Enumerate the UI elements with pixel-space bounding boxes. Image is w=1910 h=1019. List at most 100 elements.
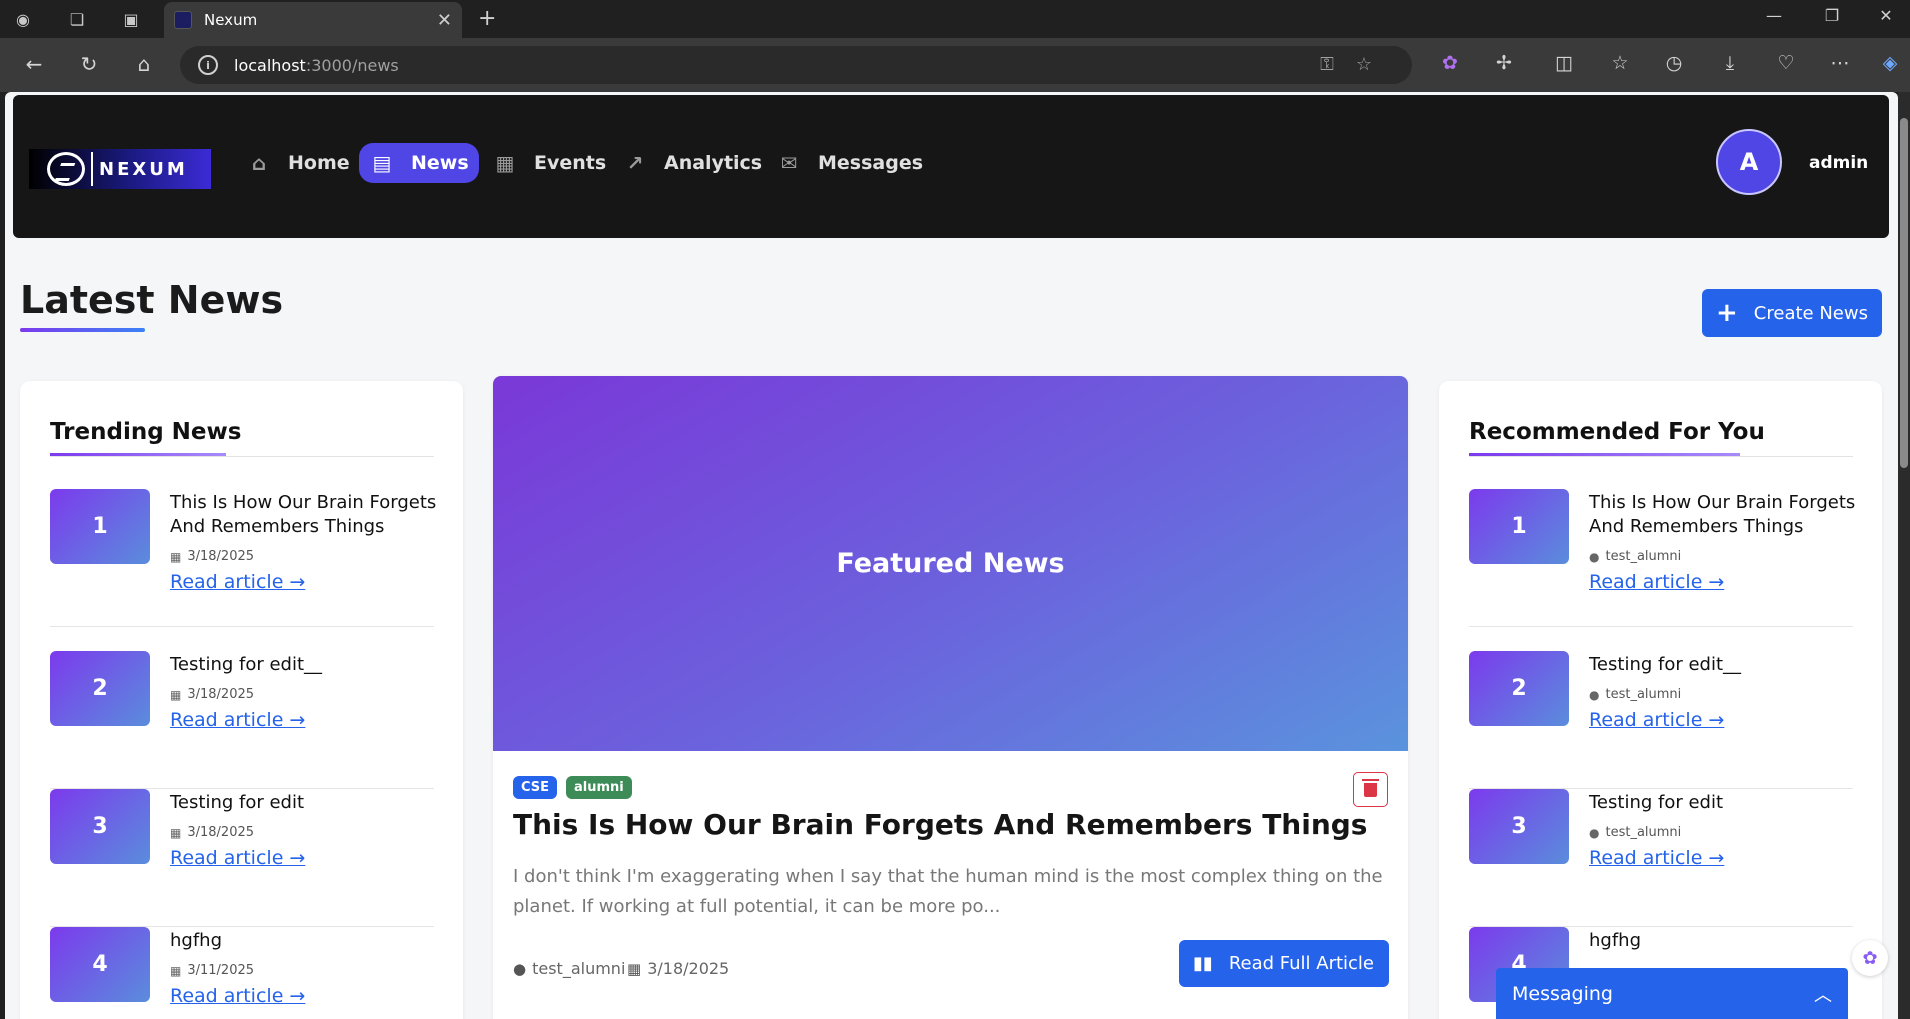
article-date: ▦ 3/18/2025 bbox=[170, 549, 255, 564]
article-title: This Is How Our Brain Forgets And Rememb… bbox=[1589, 492, 1856, 537]
list-item: 2 Testing for edit__ ● test_alumni Read a… bbox=[1469, 651, 1853, 789]
home-browser-icon[interactable]: ⌂ bbox=[130, 52, 158, 76]
plus-icon: + bbox=[1716, 298, 1738, 328]
rank-badge: 2 bbox=[50, 651, 150, 726]
read-full-article-label: Read Full Article bbox=[1228, 953, 1375, 974]
read-full-article-button[interactable]: ▮▮ Read Full Article bbox=[1179, 940, 1389, 987]
read-article-link[interactable]: Read article → bbox=[1589, 571, 1724, 593]
rank-badge: 2 bbox=[1469, 651, 1569, 726]
workspaces-icon[interactable]: ❏ bbox=[64, 6, 90, 32]
featured-title[interactable]: This Is How Our Brain Forgets And Rememb… bbox=[513, 808, 1367, 841]
avatar[interactable]: A bbox=[1716, 129, 1782, 195]
copilot-icon[interactable]: ✿ bbox=[1436, 52, 1464, 74]
logo-text: NEXUM bbox=[99, 158, 188, 180]
close-window-button[interactable]: ✕ bbox=[1866, 6, 1906, 25]
address-bar[interactable]: i localhost:3000/news ⚿☆ bbox=[180, 46, 1412, 84]
downloads-icon[interactable]: ⤓ bbox=[1716, 52, 1744, 74]
read-article-link[interactable]: Read article → bbox=[170, 571, 305, 593]
reload-icon[interactable]: ↻ bbox=[75, 52, 103, 76]
article-title: Testing for edit__ bbox=[170, 654, 323, 675]
delete-button[interactable] bbox=[1353, 772, 1388, 807]
book-open-icon: ▮▮ bbox=[1193, 953, 1213, 974]
nav-item-analytics[interactable]: ↗ Analytics bbox=[612, 143, 772, 183]
browser-tab-bar: ◉ ❏ ▣ Nexum ✕ + — ❐ ✕ bbox=[0, 0, 1910, 38]
article-author: ● test_alumni bbox=[1589, 687, 1682, 702]
minimize-window-button[interactable]: — bbox=[1754, 6, 1794, 25]
split-screen-icon[interactable]: ◫ bbox=[1550, 52, 1578, 74]
rank-badge: 3 bbox=[50, 789, 150, 864]
create-news-button[interactable]: + Create News bbox=[1702, 289, 1882, 337]
list-item: 3 Testing for edit ● test_alumni Read art… bbox=[1469, 789, 1853, 927]
read-article-link[interactable]: Read article → bbox=[1589, 709, 1724, 731]
rank-badge: 3 bbox=[1469, 789, 1569, 864]
nav-item-events[interactable]: ▦ Events bbox=[482, 143, 616, 183]
rank-badge: 1 bbox=[1469, 489, 1569, 564]
article-date: ▦ 3/11/2025 bbox=[170, 963, 255, 978]
calendar-icon: ▦ bbox=[627, 959, 642, 978]
user-icon: ● bbox=[513, 959, 527, 978]
article-title: Testing for edit__ bbox=[1589, 654, 1742, 675]
calendar-icon: ▦ bbox=[170, 687, 182, 702]
nav-item-label: News bbox=[411, 152, 469, 174]
username[interactable]: admin bbox=[1809, 153, 1868, 173]
app-navbar: NEXUM ⌂ Home ▤ News ▦ Events ↗ Analytics… bbox=[13, 95, 1889, 238]
home-icon: ⌂ bbox=[251, 151, 267, 175]
article-title: This Is How Our Brain Forgets And Rememb… bbox=[170, 492, 437, 537]
calendar-icon: ▦ bbox=[170, 825, 182, 840]
key-icon: ⚿ bbox=[1320, 54, 1356, 75]
nav-item-messages[interactable]: ✉ Messages bbox=[766, 143, 933, 183]
read-article-link[interactable]: Read article → bbox=[170, 985, 305, 1007]
browser-toolbar: ← ↻ ⌂ i localhost:3000/news ⚿☆ ✿ ✢ ◫ ☆ ◷… bbox=[0, 38, 1910, 92]
messaging-dock[interactable]: Messaging ︿ bbox=[1496, 968, 1848, 1019]
maximize-window-button[interactable]: ❐ bbox=[1812, 6, 1852, 25]
nav-item-news[interactable]: ▤ News bbox=[359, 143, 479, 183]
nav-item-label: Analytics bbox=[664, 152, 763, 174]
read-article-link[interactable]: Read article → bbox=[1589, 847, 1724, 869]
history-icon[interactable]: ◷ bbox=[1660, 52, 1688, 74]
list-item: 2 Testing for edit__ ▦ 3/18/2025 Read art… bbox=[50, 651, 434, 789]
address-bar-actions[interactable]: ⚿☆ bbox=[1320, 54, 1394, 75]
nexum-logo[interactable]: NEXUM bbox=[29, 149, 211, 189]
featured-author: ● test_alumni bbox=[513, 959, 626, 978]
envelope-icon: ✉ bbox=[780, 151, 798, 175]
chevron-up-icon[interactable]: ︿ bbox=[1814, 981, 1832, 1007]
title-underline bbox=[20, 328, 145, 332]
copilot-floating-icon[interactable]: ✿ bbox=[1852, 940, 1888, 976]
article-title: hgfhg bbox=[170, 930, 223, 951]
article-title: Testing for edit bbox=[1589, 792, 1724, 813]
extensions-icon[interactable]: ✢ bbox=[1490, 52, 1518, 74]
trending-news-title: Trending News bbox=[50, 419, 242, 445]
scrollbar-thumb[interactable] bbox=[1900, 118, 1908, 468]
read-article-link[interactable]: Read article → bbox=[170, 847, 305, 869]
favorites-icon[interactable]: ☆ bbox=[1606, 52, 1634, 74]
nav-item-home[interactable]: ⌂ Home bbox=[236, 143, 360, 183]
page-viewport: NEXUM ⌂ Home ▤ News ▦ Events ↗ Analytics… bbox=[5, 92, 1898, 1019]
newspaper-icon: ▤ bbox=[372, 151, 392, 175]
more-options-icon[interactable]: ⋯ bbox=[1826, 52, 1854, 74]
tag-badge: CSE bbox=[513, 776, 558, 799]
article-date: ▦ 3/18/2025 bbox=[170, 687, 255, 702]
chart-line-icon: ↗ bbox=[626, 151, 644, 175]
featured-hero[interactable]: Featured News bbox=[493, 376, 1408, 751]
page-scrollbar[interactable] bbox=[1898, 92, 1910, 1019]
copilot-sidebar-icon[interactable]: ◈ bbox=[1876, 52, 1904, 74]
article-author: ● test_alumni bbox=[1589, 825, 1682, 840]
featured-date: ▦ 3/18/2025 bbox=[627, 959, 730, 978]
profile-avatar-icon[interactable]: ◉ bbox=[10, 6, 36, 32]
read-article-link[interactable]: Read article → bbox=[170, 709, 305, 731]
logo-mark-icon bbox=[47, 152, 85, 186]
nav-item-label: Events bbox=[534, 152, 607, 174]
site-info-icon[interactable]: i bbox=[198, 55, 218, 75]
tab-close-icon[interactable]: ✕ bbox=[437, 10, 452, 31]
browser-essentials-icon[interactable]: ♡ bbox=[1772, 52, 1800, 74]
list-item: 4 hgfhg ▦ 3/11/2025 Read article → bbox=[50, 927, 434, 1019]
article-author: ● test_alumni bbox=[1589, 549, 1682, 564]
new-tab-button[interactable]: + bbox=[478, 6, 496, 31]
browser-tab-nexum[interactable]: Nexum ✕ bbox=[164, 2, 462, 38]
tab-title: Nexum bbox=[204, 11, 258, 29]
calendar-icon: ▦ bbox=[495, 151, 515, 175]
featured-excerpt: I don't think I'm exaggerating when I sa… bbox=[513, 866, 1383, 917]
page-title: Latest News bbox=[20, 278, 284, 322]
tab-actions-icon[interactable]: ▣ bbox=[118, 6, 144, 32]
back-arrow-icon[interactable]: ← bbox=[20, 52, 48, 76]
